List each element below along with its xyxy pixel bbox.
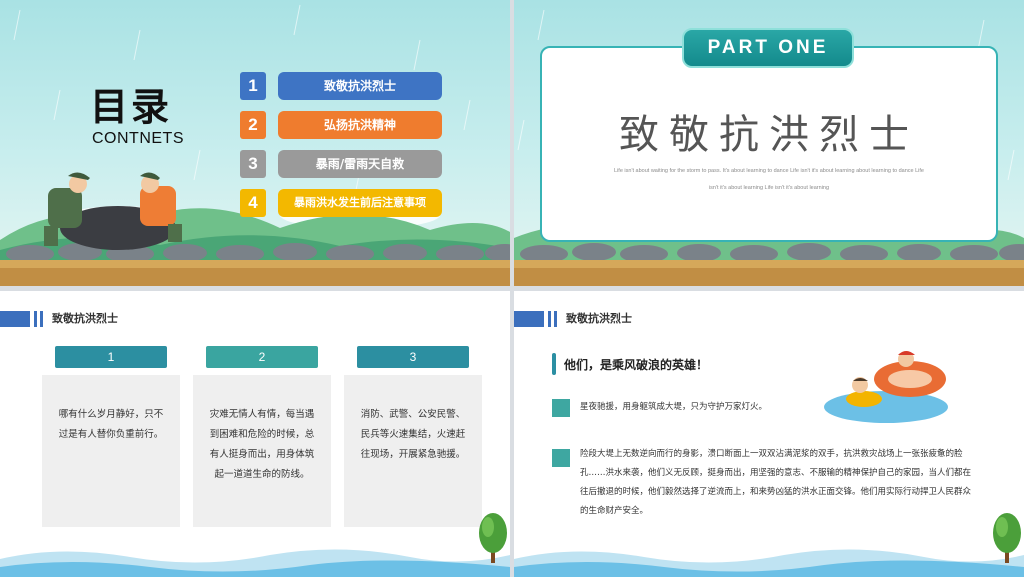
slide-part-one[interactable]: PART ONE 致敬抗洪烈士 Life isn't about waiting… <box>514 0 1024 286</box>
toc-number: 4 <box>240 189 266 217</box>
tree-decoration <box>479 513 507 563</box>
toc-number: 1 <box>240 72 266 100</box>
header-tick <box>548 311 551 327</box>
toc-label: 暴雨/雷雨天自救 <box>278 150 442 178</box>
header-tick <box>34 311 37 327</box>
headline-accent <box>552 353 556 375</box>
caption-line-2: isn't it's about learning Life isn't it'… <box>708 185 830 191</box>
point-2-text: 险段大堤上无数逆向而行的身影，溃口断面上一双双沾满泥浆的双手，抗洪救灾战场上一张… <box>580 449 972 516</box>
section-title: 致敬抗洪烈士 <box>619 112 919 158</box>
toc-label: 暴雨洪水发生前后注意事项 <box>278 189 442 217</box>
water-wave-decoration <box>0 549 510 577</box>
slide-three-columns[interactable]: 致敬抗洪烈士 1 哪有什么岁月静好，只不过是有人替你负重前行。 2 灾难无情人有… <box>0 291 510 577</box>
toc-title: 目录 <box>90 85 173 129</box>
rescue-illustration <box>824 351 948 423</box>
toc-item-3[interactable]: 3 暴雨/雷雨天自救 <box>240 150 442 178</box>
column-card-3: 消防、武警、公安民警、民兵等火速集结，火速赶往现场，开展紧急驰援。 <box>344 375 482 527</box>
column-text: 消防、武警、公安民警、民兵等火速集结，火速赶往现场，开展紧急驰援。 <box>360 409 466 460</box>
column-card-1: 哪有什么岁月静好，只不过是有人替你负重前行。 <box>42 375 180 527</box>
flood-scene-illustration <box>0 4 510 286</box>
slide-table-of-contents[interactable]: 目录 CONTNETS 1 致敬抗洪烈士 2 弘扬抗洪精神 3 暴雨/雷雨天自救… <box>0 0 510 286</box>
section-title: 致敬抗洪烈士 <box>52 312 118 325</box>
toc-number: 2 <box>240 111 266 139</box>
part-badge: PART ONE <box>682 28 854 68</box>
bullet-square <box>552 399 570 417</box>
header-tick <box>554 311 557 327</box>
column-number-3: 3 <box>357 346 469 368</box>
toc-label: 致敬抗洪烈士 <box>278 72 442 100</box>
bullet-square <box>552 449 570 467</box>
toc-item-2[interactable]: 2 弘扬抗洪精神 <box>240 111 442 139</box>
column-card-2: 灾难无情人有情，每当遇到困难和危险的时候，总有人挺身而出，用身体筑起一道道生命的… <box>193 375 331 527</box>
toc-subtitle: CONTNETS <box>92 130 184 147</box>
section-title: 致敬抗洪烈士 <box>566 312 632 325</box>
column-text: 哪有什么岁月静好，只不过是有人替你负重前行。 <box>58 409 164 440</box>
tree-decoration <box>993 513 1021 563</box>
header-bar <box>514 311 544 327</box>
column-number-2: 2 <box>206 346 318 368</box>
toc-number: 3 <box>240 150 266 178</box>
toc-label: 弘扬抗洪精神 <box>278 111 442 139</box>
headline: 他们，是乘风破浪的英雄！ <box>564 358 709 372</box>
toc-item-4[interactable]: 4 暴雨洪水发生前后注意事项 <box>240 189 442 217</box>
header-tick <box>40 311 43 327</box>
caption-line-1: Life isn't about waiting for the storm t… <box>614 168 924 174</box>
toc-item-1[interactable]: 1 致敬抗洪烈士 <box>240 72 442 100</box>
column-text: 灾难无情人有情，每当遇到困难和危险的时候，总有人挺身而出，用身体筑起一道道生命的… <box>209 409 315 480</box>
column-number-1: 1 <box>55 346 167 368</box>
water-wave-decoration <box>514 549 1024 577</box>
slide-heroes[interactable]: 致敬抗洪烈士 他们，是乘风破浪的英雄！ 星夜驰援，用身躯筑成大堤，只为守护万家灯… <box>514 291 1024 577</box>
header-bar <box>0 311 30 327</box>
